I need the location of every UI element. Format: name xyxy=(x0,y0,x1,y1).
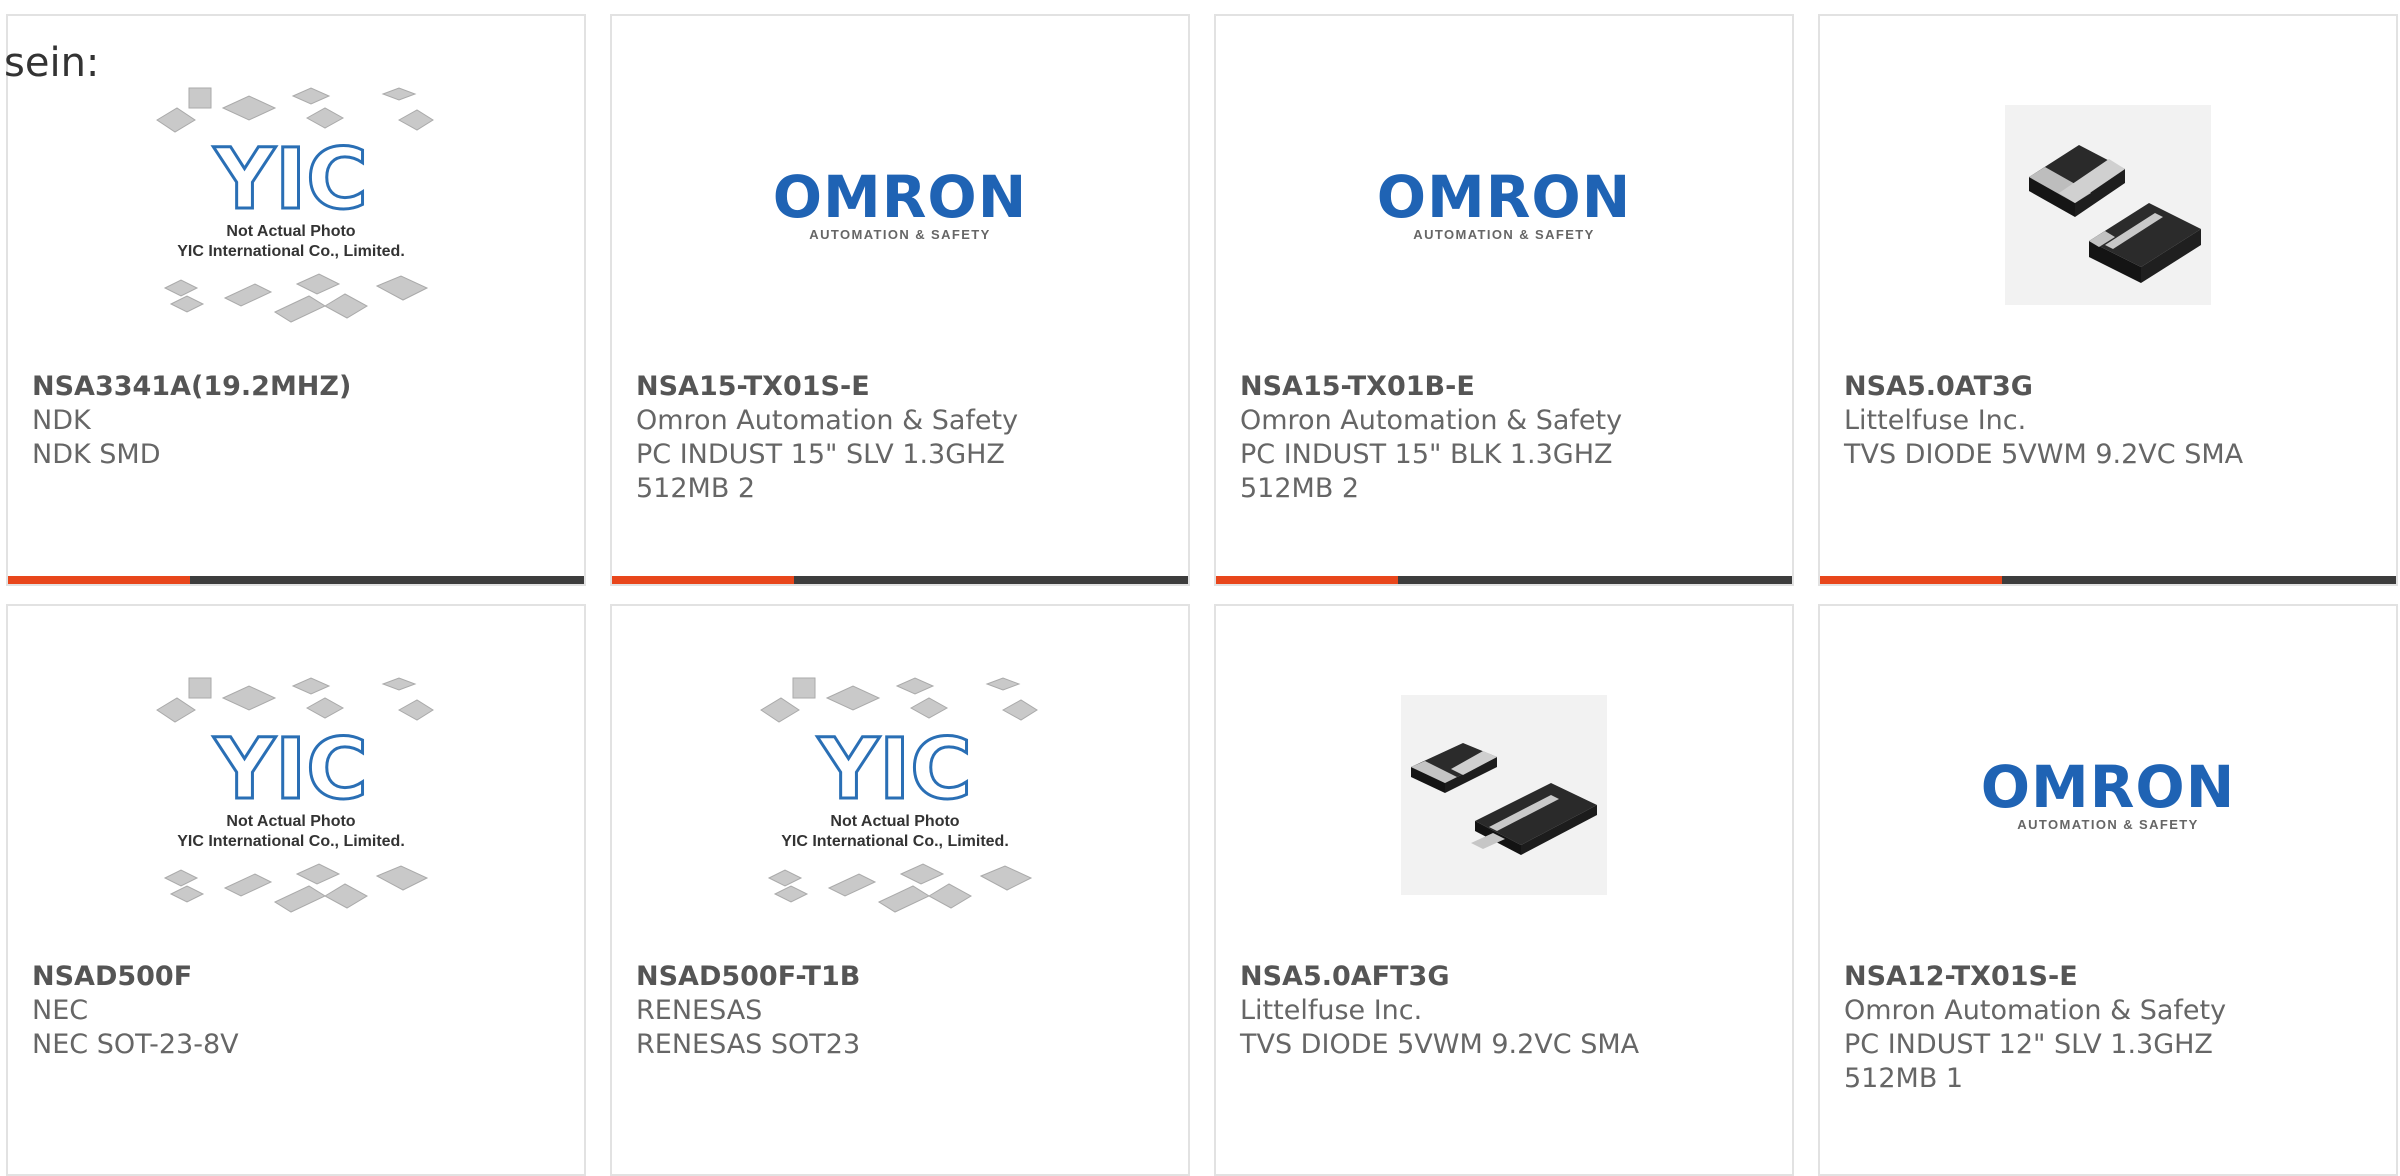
part-number[interactable]: NSA5.0AFT3G xyxy=(1240,960,1772,994)
placeholder-line2: YIC International Co., Limited. xyxy=(177,243,405,260)
lead-text: sein: xyxy=(4,40,100,86)
sma-flat-diode-image xyxy=(1216,640,1792,950)
card-accent-bar xyxy=(8,576,584,584)
product-card[interactable]: YIC Not Actual Photo YIC International C… xyxy=(610,604,1190,1176)
manufacturer: Omron Automation & Safety xyxy=(1240,405,1623,436)
product-card[interactable]: YIC Not Actual Photo YIC International C… xyxy=(6,604,586,1176)
yic-brand-mark: YIC xyxy=(817,720,972,818)
omron-tagline: AUTOMATION & SAFETY xyxy=(1413,226,1595,242)
omron-wordmark: OMRON xyxy=(1980,752,2236,821)
product-card[interactable]: OMRON AUTOMATION & SAFETY NSA15-TX01B-E … xyxy=(1214,14,1794,586)
part-number[interactable]: NSAD500F-T1B xyxy=(636,960,1168,994)
manufacturer: NDK xyxy=(32,405,91,436)
placeholder-line1: Not Actual Photo xyxy=(226,223,355,240)
product-card[interactable]: YIC Not Actual Photo YIC International C… xyxy=(6,14,586,586)
manufacturer: Littelfuse Inc. xyxy=(1240,995,1423,1026)
omron-logo-image: OMRON AUTOMATION & SAFETY xyxy=(1216,50,1792,360)
part-number[interactable]: NSAD500F xyxy=(32,960,564,994)
part-number[interactable]: NSA15-TX01S-E xyxy=(636,370,1168,404)
omron-logo-image: OMRON AUTOMATION & SAFETY xyxy=(1820,640,2396,950)
card-accent-bar xyxy=(612,576,1188,584)
placeholder-line2: YIC International Co., Limited. xyxy=(177,833,405,850)
omron-wordmark: OMRON xyxy=(1376,162,1632,231)
card-accent-bar xyxy=(1820,576,2396,584)
manufacturer: Littelfuse Inc. xyxy=(1844,405,2027,436)
manufacturer: Omron Automation & Safety xyxy=(1844,995,2227,1026)
omron-logo-image: OMRON AUTOMATION & SAFETY xyxy=(612,50,1188,360)
yic-brand-mark: YIC xyxy=(213,720,368,818)
description: PC INDUST 12" SLV 1.3GHZ 512MB 1 xyxy=(1844,1029,2213,1094)
yic-brand-mark: YIC xyxy=(212,129,370,230)
placeholder-line2: YIC International Co., Limited. xyxy=(781,833,1009,850)
product-card[interactable]: NSA5.0AFT3G Littelfuse Inc. TVS DIODE 5V… xyxy=(1214,604,1794,1176)
omron-tagline: AUTOMATION & SAFETY xyxy=(2017,816,2199,832)
manufacturer: Omron Automation & Safety xyxy=(636,405,1019,436)
card-accent-bar xyxy=(1216,576,1792,584)
placeholder-line1: Not Actual Photo xyxy=(226,813,355,830)
placeholder-line1: Not Actual Photo xyxy=(830,813,959,830)
yic-placeholder-image: YIC Not Actual Photo YIC International C… xyxy=(8,640,584,950)
manufacturer: RENESAS xyxy=(636,995,763,1026)
svg-text:YIC: YIC xyxy=(213,130,368,228)
part-number[interactable]: NSA15-TX01B-E xyxy=(1240,370,1772,404)
description: PC INDUST 15" BLK 1.3GHZ 512MB 2 xyxy=(1240,439,1613,504)
description: PC INDUST 15" SLV 1.3GHZ 512MB 2 xyxy=(636,439,1005,504)
description: RENESAS SOT23 xyxy=(636,1029,861,1060)
description: NEC SOT-23-8V xyxy=(32,1029,239,1060)
part-number[interactable]: NSA5.0AT3G xyxy=(1844,370,2376,404)
product-card[interactable]: NSA5.0AT3G Littelfuse Inc. TVS DIODE 5VW… xyxy=(1818,14,2398,586)
yic-placeholder-image: YIC Not Actual Photo YIC International C… xyxy=(612,640,1188,950)
part-number[interactable]: NSA3341A(19.2MHZ) xyxy=(32,370,564,404)
product-card[interactable]: OMRON AUTOMATION & SAFETY NSA15-TX01S-E … xyxy=(610,14,1190,586)
part-number[interactable]: NSA12-TX01S-E xyxy=(1844,960,2376,994)
description: TVS DIODE 5VWM 9.2VC SMA xyxy=(1240,1029,1640,1060)
yic-placeholder-image: YIC Not Actual Photo YIC International C… xyxy=(8,50,584,360)
sma-diode-image xyxy=(1820,50,2396,360)
omron-tagline: AUTOMATION & SAFETY xyxy=(809,226,991,242)
description: TVS DIODE 5VWM 9.2VC SMA xyxy=(1844,439,2244,470)
manufacturer: NEC xyxy=(32,995,89,1026)
omron-wordmark: OMRON xyxy=(772,162,1028,231)
description: NDK SMD xyxy=(32,439,161,470)
product-card[interactable]: OMRON AUTOMATION & SAFETY NSA12-TX01S-E … xyxy=(1818,604,2398,1176)
